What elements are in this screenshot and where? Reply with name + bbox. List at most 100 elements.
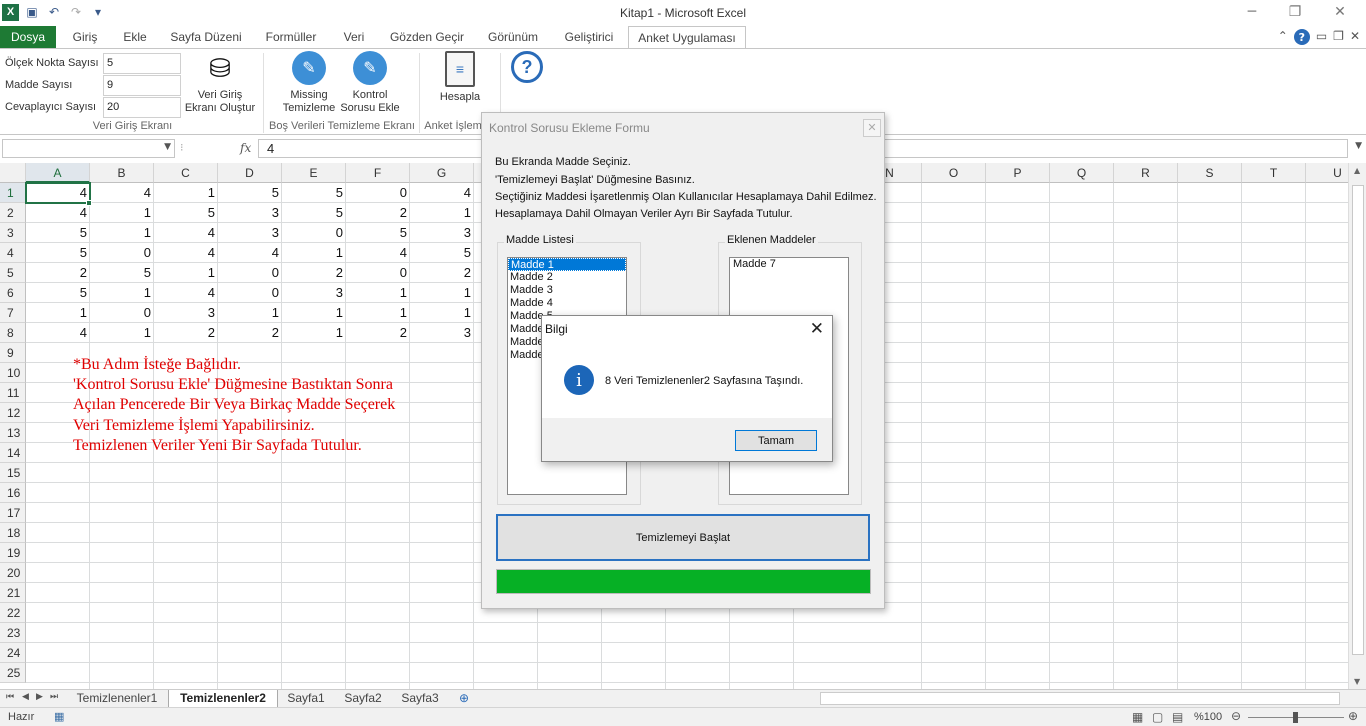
column-header-e[interactable]: E (282, 163, 346, 183)
column-header-g[interactable]: G (410, 163, 474, 183)
cell-d2[interactable]: 3 (218, 203, 282, 223)
column-header-a[interactable]: A (26, 163, 90, 183)
cell-a4[interactable]: 5 (26, 243, 90, 263)
row-header-19[interactable]: 19 (0, 543, 26, 563)
tab-gorunum[interactable]: Görünüm (480, 26, 546, 48)
tab-veri[interactable]: Veri (334, 26, 374, 48)
cell-c7[interactable]: 3 (154, 303, 218, 323)
row-header-1[interactable]: 1 (0, 183, 26, 203)
cell-f8[interactable]: 2 (346, 323, 410, 343)
cell-b4[interactable]: 0 (90, 243, 154, 263)
zoom-slider-thumb[interactable] (1293, 712, 1298, 723)
chevron-down-icon[interactable]: ▼ (164, 142, 171, 152)
minimize-workbook-icon[interactable]: ▭ (1316, 29, 1327, 45)
column-header-f[interactable]: F (346, 163, 410, 183)
row-header-15[interactable]: 15 (0, 463, 26, 483)
vertical-scrollbar[interactable]: ▲ ▼ (1348, 163, 1366, 689)
column-header-q[interactable]: Q (1050, 163, 1114, 183)
prev-sheet-icon[interactable]: ◀ (22, 692, 29, 702)
expand-formula-bar-icon[interactable]: ▼ (1355, 141, 1362, 151)
cell-c2[interactable]: 5 (154, 203, 218, 223)
tab-gelistirici[interactable]: Geliştirici (556, 26, 622, 48)
tab-dosya[interactable]: Dosya (0, 26, 56, 48)
cell-f1[interactable]: 0 (346, 183, 410, 203)
cell-f5[interactable]: 0 (346, 263, 410, 283)
normal-view-icon[interactable]: ▦ (1132, 710, 1143, 724)
cell-b7[interactable]: 0 (90, 303, 154, 323)
cell-a8[interactable]: 4 (26, 323, 90, 343)
row-header-5[interactable]: 5 (0, 263, 26, 283)
cell-b2[interactable]: 1 (90, 203, 154, 223)
sheet-tab[interactable]: Sayfa3 (394, 690, 446, 707)
restore-workbook-icon[interactable]: ❐ (1333, 29, 1344, 45)
tamam-button[interactable]: Tamam (735, 430, 817, 451)
cell-e2[interactable]: 5 (282, 203, 346, 223)
column-header-r[interactable]: R (1114, 163, 1178, 183)
cell-g6[interactable]: 1 (410, 283, 474, 303)
cell-e5[interactable]: 2 (282, 263, 346, 283)
cell-f7[interactable]: 1 (346, 303, 410, 323)
cell-b1[interactable]: 4 (90, 183, 154, 203)
column-header-b[interactable]: B (90, 163, 154, 183)
horizontal-scrollbar[interactable] (820, 692, 1340, 705)
cell-b5[interactable]: 5 (90, 263, 154, 283)
close-button[interactable]: ✕ (1325, 4, 1355, 20)
cell-d6[interactable]: 0 (218, 283, 282, 303)
cell-f6[interactable]: 1 (346, 283, 410, 303)
cell-g8[interactable]: 3 (410, 323, 474, 343)
cell-g5[interactable]: 2 (410, 263, 474, 283)
row-header-4[interactable]: 4 (0, 243, 26, 263)
collapse-ribbon-icon[interactable]: ⌃ (1278, 29, 1288, 45)
row-header-2[interactable]: 2 (0, 203, 26, 223)
cell-a6[interactable]: 5 (26, 283, 90, 303)
cell-a3[interactable]: 5 (26, 223, 90, 243)
row-header-18[interactable]: 18 (0, 523, 26, 543)
help-icon[interactable]: ? (1293, 29, 1310, 45)
column-header-s[interactable]: S (1178, 163, 1242, 183)
cell-e3[interactable]: 0 (282, 223, 346, 243)
kontrol-sorusu-ekle-button[interactable]: ✎ Kontrol Sorusu Ekle (338, 51, 402, 115)
cell-f2[interactable]: 2 (346, 203, 410, 223)
veri-giris-ekrani-olustur-button[interactable]: ⛁ Veri Giriş Ekranı Oluştur (181, 51, 259, 115)
list-item[interactable]: Madde 7 (730, 258, 848, 271)
cell-e7[interactable]: 1 (282, 303, 346, 323)
cell-d4[interactable]: 4 (218, 243, 282, 263)
row-header-23[interactable]: 23 (0, 623, 26, 643)
cell-c6[interactable]: 4 (154, 283, 218, 303)
row-header-25[interactable]: 25 (0, 663, 26, 683)
cell-e1[interactable]: 5 (282, 183, 346, 203)
first-sheet-icon[interactable]: ⏮ (6, 692, 14, 702)
cell-e8[interactable]: 1 (282, 323, 346, 343)
missing-temizleme-button[interactable]: ✎ Missing Temizleme (280, 51, 338, 115)
tab-formuller[interactable]: Formüller (258, 26, 324, 48)
column-header-c[interactable]: C (154, 163, 218, 183)
minimize-button[interactable]: ─ (1237, 4, 1267, 20)
cell-d5[interactable]: 0 (218, 263, 282, 283)
close-workbook-icon[interactable]: ✕ (1350, 29, 1360, 45)
tab-anket-uygulamasi[interactable]: Anket Uygulaması (628, 26, 746, 48)
cell-d1[interactable]: 5 (218, 183, 282, 203)
page-break-view-icon[interactable]: ▤ (1172, 710, 1183, 724)
scroll-thumb[interactable] (1352, 185, 1364, 655)
zoom-level[interactable]: %100 (1194, 711, 1222, 723)
row-header-22[interactable]: 22 (0, 603, 26, 623)
cell-d7[interactable]: 1 (218, 303, 282, 323)
restore-button[interactable]: ❐ (1280, 4, 1310, 20)
fx-icon[interactable]: fx (240, 141, 251, 155)
row-header-13[interactable]: 13 (0, 423, 26, 443)
cell-d8[interactable]: 2 (218, 323, 282, 343)
column-header-d[interactable]: D (218, 163, 282, 183)
tab-sayfa-duzeni[interactable]: Sayfa Düzeni (162, 26, 250, 48)
row-header-3[interactable]: 3 (0, 223, 26, 243)
list-item[interactable]: Madde 4 (508, 297, 626, 310)
list-item[interactable]: Madde 1 (508, 258, 626, 271)
column-header-t[interactable]: T (1242, 163, 1306, 183)
tab-giris[interactable]: Giriş (60, 26, 110, 48)
cell-a7[interactable]: 1 (26, 303, 90, 323)
cevaplayici-sayisi-input[interactable]: 20 (103, 97, 181, 118)
msgbox-close-icon[interactable]: ✕ (810, 319, 824, 339)
next-sheet-icon[interactable]: ▶ (36, 692, 43, 702)
cell-c4[interactable]: 4 (154, 243, 218, 263)
select-all-corner[interactable] (0, 163, 26, 183)
row-header-12[interactable]: 12 (0, 403, 26, 423)
